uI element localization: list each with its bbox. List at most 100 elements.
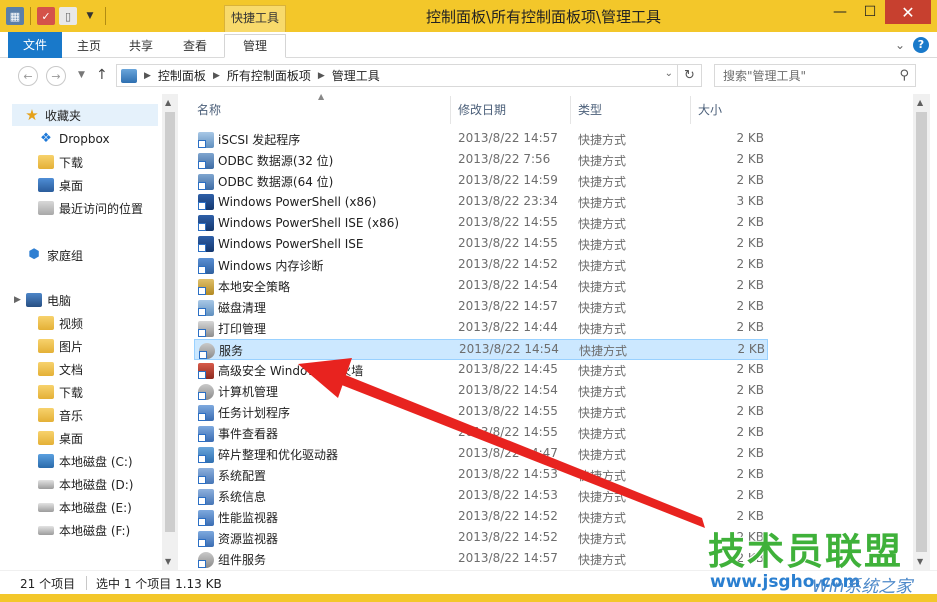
address-dropdown-icon[interactable]: ⌄ — [665, 68, 673, 79]
nav-this-pc[interactable]: 电脑 — [26, 289, 71, 311]
help-icon[interactable]: ? — [913, 37, 929, 53]
row-size: 2 KB — [706, 173, 764, 187]
table-row[interactable]: 性能监视器2013/8/22 14:52快捷方式2 KB — [194, 507, 768, 528]
row-size: 2 KB — [706, 509, 764, 523]
row-name-cell: 事件查看器 — [198, 425, 278, 442]
row-name: 事件查看器 — [218, 425, 278, 442]
table-row[interactable]: 事件查看器2013/8/22 14:55快捷方式2 KB — [194, 423, 768, 444]
tab-share[interactable]: 共享 — [120, 35, 162, 57]
table-row[interactable]: Windows PowerShell (x86)2013/8/22 23:34快… — [194, 192, 768, 213]
nav-pictures[interactable]: 图片 — [38, 335, 83, 357]
column-header-type[interactable]: 类型 — [570, 96, 690, 124]
table-row[interactable]: 服务2013/8/22 14:54快捷方式2 KB — [194, 339, 768, 360]
app-icon[interactable]: ▦ — [6, 7, 24, 25]
qat-dropdown-icon[interactable]: ▼ — [81, 7, 99, 25]
row-name-cell: ODBC 数据源(32 位) — [198, 152, 333, 169]
row-name-cell: 碎片整理和优化驱动器 — [198, 446, 338, 463]
up-button[interactable]: ↑ — [96, 67, 108, 83]
table-row[interactable]: 本地安全策略2013/8/22 14:54快捷方式2 KB — [194, 276, 768, 297]
expand-ribbon-icon[interactable]: ⌄ — [895, 38, 905, 52]
nav-label: 桌面 — [59, 177, 83, 194]
scroll-up-icon[interactable]: ▲ — [165, 98, 171, 107]
column-header-name[interactable]: 名称 — [190, 96, 454, 124]
maximize-button[interactable]: ☐ — [855, 0, 885, 24]
table-row[interactable]: 计算机管理2013/8/22 14:54快捷方式2 KB — [194, 381, 768, 402]
nav-homegroup[interactable]: ⬢ 家庭组 — [26, 244, 83, 266]
table-row[interactable]: 组件服务2013/8/22 14:57快捷方式2 KB — [194, 549, 768, 570]
row-name: 资源监视器 — [218, 530, 278, 547]
nav-pane-scrollbar[interactable]: ▲ ▼ — [162, 94, 178, 570]
nav-downloads[interactable]: 下载 — [38, 151, 83, 173]
minimize-button[interactable]: — — [825, 0, 855, 24]
table-row[interactable]: 任务计划程序2013/8/22 14:55快捷方式2 KB — [194, 402, 768, 423]
table-row[interactable]: Windows 内存诊断2013/8/22 14:52快捷方式2 KB — [194, 255, 768, 276]
row-name-cell: 磁盘清理 — [198, 299, 266, 316]
address-bar[interactable]: ▶ 控制面板 ▶ 所有控制面板项 ▶ 管理工具 ⌄ — [116, 64, 678, 87]
tab-manage[interactable]: 管理 — [224, 34, 286, 58]
nav-music[interactable]: 音乐 — [38, 404, 83, 426]
breadcrumb-admin-tools[interactable]: 管理工具 — [328, 67, 384, 84]
nav-videos[interactable]: 视频 — [38, 312, 83, 334]
tab-home[interactable]: 主页 — [68, 35, 110, 57]
nav-recent-places[interactable]: 最近访问的位置 — [38, 197, 143, 219]
forward-button[interactable]: → — [46, 66, 66, 86]
breadcrumb-control-panel[interactable]: 控制面板 — [154, 67, 210, 84]
table-row[interactable]: ODBC 数据源(64 位)2013/8/22 14:59快捷方式2 KB — [194, 171, 768, 192]
table-row[interactable]: 系统配置2013/8/22 14:53快捷方式2 KB — [194, 465, 768, 486]
file-list-scrollbar[interactable]: ▲ ▼ — [913, 94, 930, 570]
nav-drive-c[interactable]: 本地磁盘 (C:) — [38, 450, 133, 472]
close-button[interactable]: ✕ — [885, 0, 931, 24]
table-row[interactable]: 碎片整理和优化驱动器2013/8/22 14:47快捷方式2 KB — [194, 444, 768, 465]
row-date: 2013/8/22 14:57 — [458, 131, 558, 145]
row-size: 2 KB — [706, 299, 764, 313]
refresh-button[interactable]: ↻ — [678, 64, 702, 87]
new-folder-icon[interactable]: ▯ — [59, 7, 77, 25]
row-name-cell: 计算机管理 — [198, 383, 278, 400]
chevron-right-icon[interactable]: ▶ — [210, 71, 223, 81]
table-row[interactable]: ODBC 数据源(32 位)2013/8/22 7:56快捷方式2 KB — [194, 150, 768, 171]
row-date: 2013/8/22 14:54 — [459, 342, 559, 356]
table-row[interactable]: 资源监视器2013/8/22 14:52快捷方式2 KB — [194, 528, 768, 549]
shortcut-icon — [198, 215, 214, 231]
nav-drive-f[interactable]: 本地磁盘 (F:) — [38, 519, 130, 541]
nav-desktop[interactable]: 桌面 — [38, 174, 83, 196]
scroll-down-icon[interactable]: ▼ — [165, 557, 171, 566]
back-button[interactable]: ← — [18, 66, 38, 86]
scroll-thumb[interactable] — [165, 112, 175, 532]
row-name: 任务计划程序 — [218, 404, 290, 421]
nav-drive-e[interactable]: 本地磁盘 (E:) — [38, 496, 132, 518]
table-row[interactable]: iSCSI 发起程序2013/8/22 14:57快捷方式2 KB — [194, 129, 768, 150]
nav-pc-downloads[interactable]: 下载 — [38, 381, 83, 403]
tab-view[interactable]: 查看 — [174, 35, 216, 57]
table-row[interactable]: 高级安全 Windows 防火墙2013/8/22 14:45快捷方式2 KB — [194, 360, 768, 381]
table-row[interactable]: Windows PowerShell ISE (x86)2013/8/22 14… — [194, 213, 768, 234]
table-row[interactable]: 磁盘清理2013/8/22 14:57快捷方式2 KB — [194, 297, 768, 318]
scroll-up-icon[interactable]: ▲ — [917, 98, 923, 107]
nav-drive-d[interactable]: 本地磁盘 (D:) — [38, 473, 133, 495]
row-name: 服务 — [219, 342, 243, 359]
row-name-cell: 本地安全策略 — [198, 278, 290, 295]
watermark-brand: 技术员联盟 — [708, 532, 903, 572]
properties-icon[interactable]: ✓ — [37, 7, 55, 25]
title-bar: ▦ ✓ ▯ ▼ 快捷工具 控制面板\所有控制面板项\管理工具 — ☐ ✕ — [0, 0, 937, 32]
chevron-right-icon[interactable]: ▶ — [315, 71, 328, 81]
nav-dropbox[interactable]: ❖ Dropbox — [38, 128, 110, 150]
search-input[interactable]: 搜索"管理工具" ⚲ — [714, 64, 916, 87]
search-icon[interactable]: ⚲ — [899, 68, 909, 83]
column-header-size[interactable]: 大小 — [690, 96, 770, 124]
scroll-thumb[interactable] — [916, 112, 927, 552]
column-header-date[interactable]: 修改日期 — [450, 96, 570, 124]
recent-locations-icon[interactable]: ▼ — [78, 70, 85, 80]
drive-icon — [38, 526, 54, 535]
table-row[interactable]: Windows PowerShell ISE2013/8/22 14:55快捷方… — [194, 234, 768, 255]
table-row[interactable]: 打印管理2013/8/22 14:44快捷方式2 KB — [194, 318, 768, 339]
breadcrumb-all-items[interactable]: 所有控制面板项 — [223, 67, 315, 84]
nav-pc-desktop[interactable]: 桌面 — [38, 427, 83, 449]
expand-icon[interactable]: ▶ — [14, 295, 21, 305]
chevron-right-icon[interactable]: ▶ — [141, 71, 154, 81]
nav-favorites[interactable]: ★ 收藏夹 — [12, 104, 158, 126]
table-row[interactable]: 系统信息2013/8/22 14:53快捷方式2 KB — [194, 486, 768, 507]
videos-folder-icon — [38, 316, 54, 330]
tab-file[interactable]: 文件 — [8, 32, 62, 58]
nav-documents[interactable]: 文档 — [38, 358, 83, 380]
